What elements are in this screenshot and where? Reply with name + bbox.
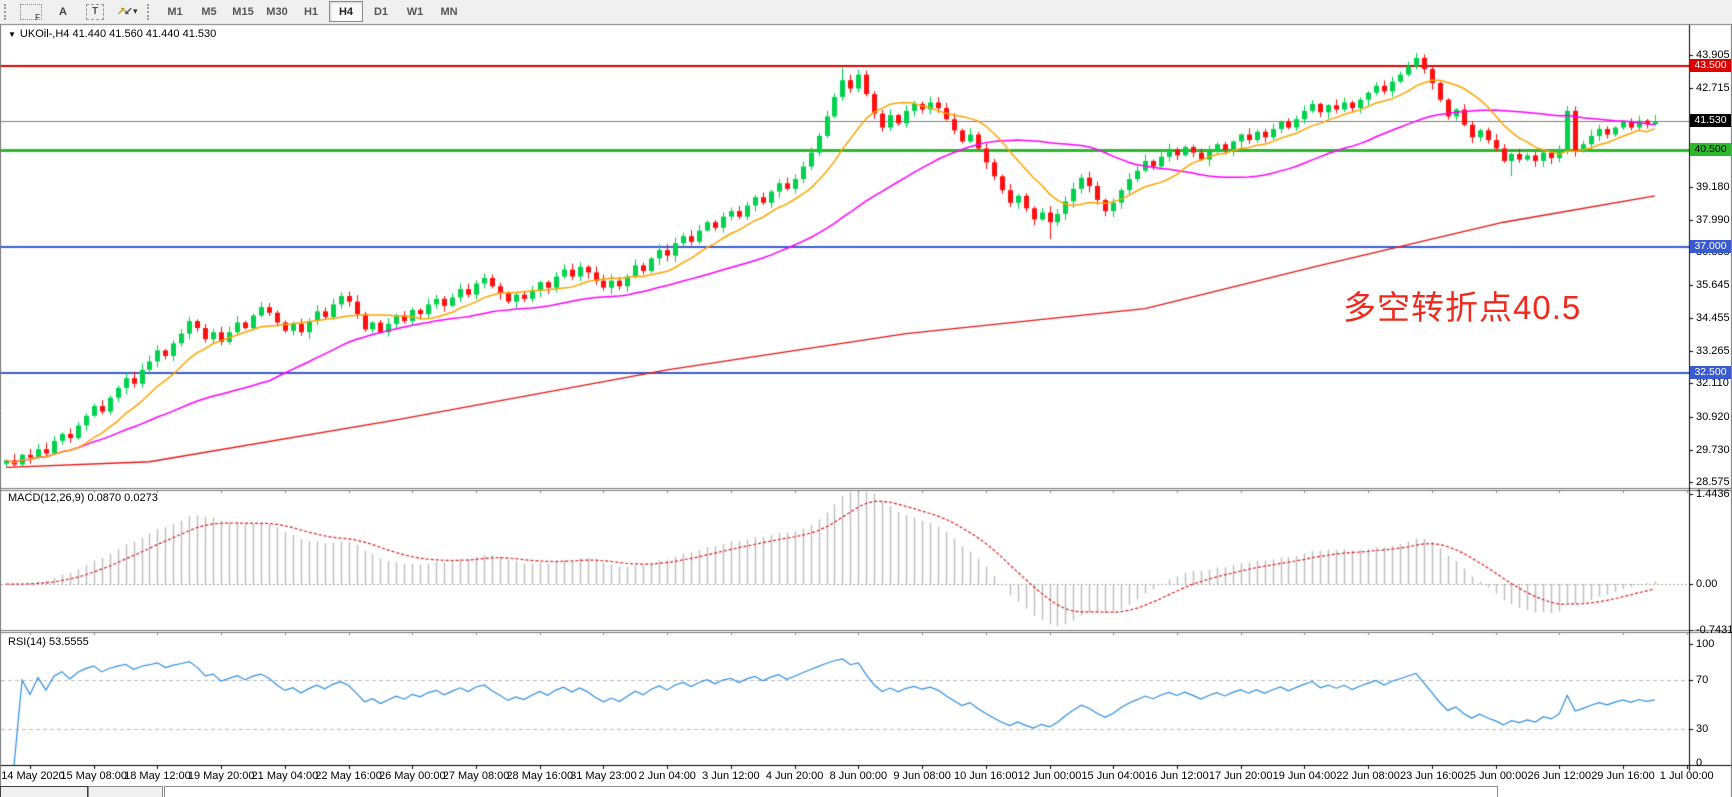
price-tick-label: 39.180 <box>1696 181 1730 193</box>
symbol-dropdown-icon[interactable]: ▼ <box>8 30 16 39</box>
rsi-tick-label: 70 <box>1696 674 1708 686</box>
price-line-badge: 32.500 <box>1690 366 1731 379</box>
price-tick-label: 37.990 <box>1696 214 1730 226</box>
price-tick-label: 35.645 <box>1696 279 1730 291</box>
price-line-badge: 43.500 <box>1690 59 1731 72</box>
macd-tick-label: 0.00 <box>1696 578 1717 590</box>
chart-tab[interactable] <box>88 786 163 797</box>
price-tick-label: 28.575 <box>1696 476 1730 488</box>
rsi-indicator-label: RSI(14) 53.5555 <box>8 636 89 648</box>
price-tick-label: 42.715 <box>1696 82 1730 94</box>
price-line-badge: 41.530 <box>1690 114 1731 127</box>
chart-title-text: UKOil-,H4 41.440 41.560 41.440 41.530 <box>20 28 216 40</box>
chart-tab[interactable] <box>0 786 88 797</box>
price-line-badge: 37.000 <box>1690 240 1731 253</box>
terminal-window: F A T ↗↙ ▾ M1M5M15M30H1H4D1W1MN ▼UKOil-,… <box>0 0 1732 797</box>
chart-canvas[interactable] <box>0 0 1732 797</box>
price-tick-label: 29.730 <box>1696 444 1730 456</box>
price-tick-label: 30.920 <box>1696 411 1730 423</box>
macd-tick-label: 1.4436 <box>1696 488 1730 500</box>
price-line-badge: 40.500 <box>1690 143 1731 156</box>
price-tick-label: 33.265 <box>1696 345 1730 357</box>
rsi-tick-label: 0 <box>1696 757 1702 769</box>
chart-annotation-text: 多空转折点40.5 <box>1343 281 1581 329</box>
date-axis-label: 1 Jul 00:00 <box>1642 770 1732 782</box>
macd-indicator-label: MACD(12,26,9) 0.0870 0.0273 <box>8 492 158 504</box>
chart-tab[interactable] <box>164 786 1498 797</box>
rsi-tick-label: 30 <box>1696 723 1708 735</box>
price-tick-label: 32.110 <box>1696 377 1729 389</box>
rsi-tick-label: 100 <box>1696 638 1714 650</box>
price-tick-label: 34.455 <box>1696 312 1730 324</box>
macd-tick-label: -0.7431 <box>1696 624 1732 636</box>
chart-title[interactable]: ▼ UKOil-,H4 41.440 41.560 41.440 41.530 <box>8 28 216 40</box>
